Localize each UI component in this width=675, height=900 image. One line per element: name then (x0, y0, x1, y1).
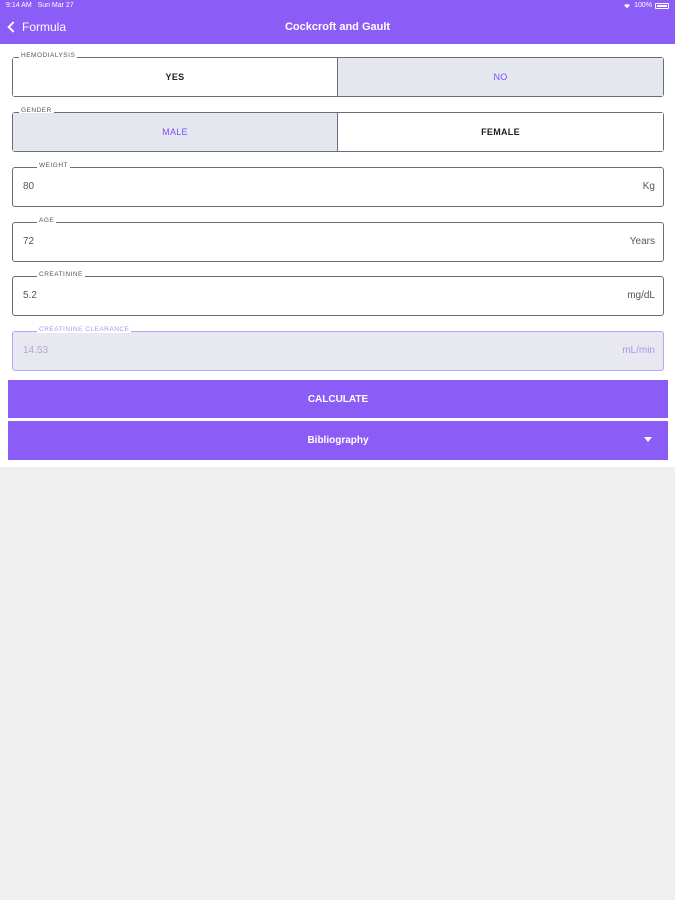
gender-female-option[interactable]: FEMALE (338, 113, 663, 151)
hemodialysis-segmented-control: HEMODIALYSIS YES NO (12, 52, 664, 97)
battery-icon (655, 2, 669, 9)
calculate-button[interactable]: CALCULATE (8, 380, 668, 418)
creatinine-field[interactable]: CREATININE 5.2 mg/dL (12, 271, 664, 316)
creatinine-label: CREATININE (37, 271, 85, 278)
weight-unit: Kg (642, 181, 655, 192)
age-unit: Years (629, 236, 655, 247)
weight-label: WEIGHT (37, 162, 70, 169)
clearance-value: 14.53 (23, 345, 49, 356)
clearance-label: CREATININE CLEARANCE (37, 326, 132, 333)
clearance-unit: mL/min (622, 345, 655, 356)
creatinine-value[interactable]: 5.2 (23, 290, 37, 301)
weight-field[interactable]: WEIGHT 80 Kg (12, 162, 664, 207)
form-container: HEMODIALYSIS YES NO GENDER MALE FEMALE W… (0, 44, 675, 467)
chevron-down-icon (644, 437, 652, 442)
gender-male-option[interactable]: MALE (13, 113, 338, 151)
age-value[interactable]: 72 (23, 236, 34, 247)
age-label: AGE (37, 217, 57, 224)
weight-value[interactable]: 80 (23, 181, 34, 192)
page-title: Cockcroft and Gault (284, 21, 391, 33)
status-time: 9:14 AM (6, 2, 32, 9)
gender-segmented-control: GENDER MALE FEMALE (12, 107, 664, 152)
creatinine-unit: mg/dL (627, 290, 655, 301)
status-bar-left: 9:14 AM Sun Mar 27 (6, 2, 74, 9)
status-bar-right: 100% (623, 2, 669, 9)
bibliography-toggle[interactable]: Bibliography (8, 421, 668, 460)
wifi-icon (624, 3, 631, 8)
battery-percent: 100% (634, 2, 652, 9)
hemodialysis-no-option[interactable]: NO (338, 58, 663, 96)
age-field[interactable]: AGE 72 Years (12, 217, 664, 262)
status-date: Sun Mar 27 (37, 2, 74, 9)
nav-bar: 9:14 AM Sun Mar 27 100% Formula Cockcrof… (0, 0, 675, 44)
hemodialysis-yes-option[interactable]: YES (13, 58, 338, 96)
bibliography-label: Bibliography (307, 435, 369, 446)
creatinine-clearance-field: CREATININE CLEARANCE 14.53 mL/min (12, 326, 664, 371)
